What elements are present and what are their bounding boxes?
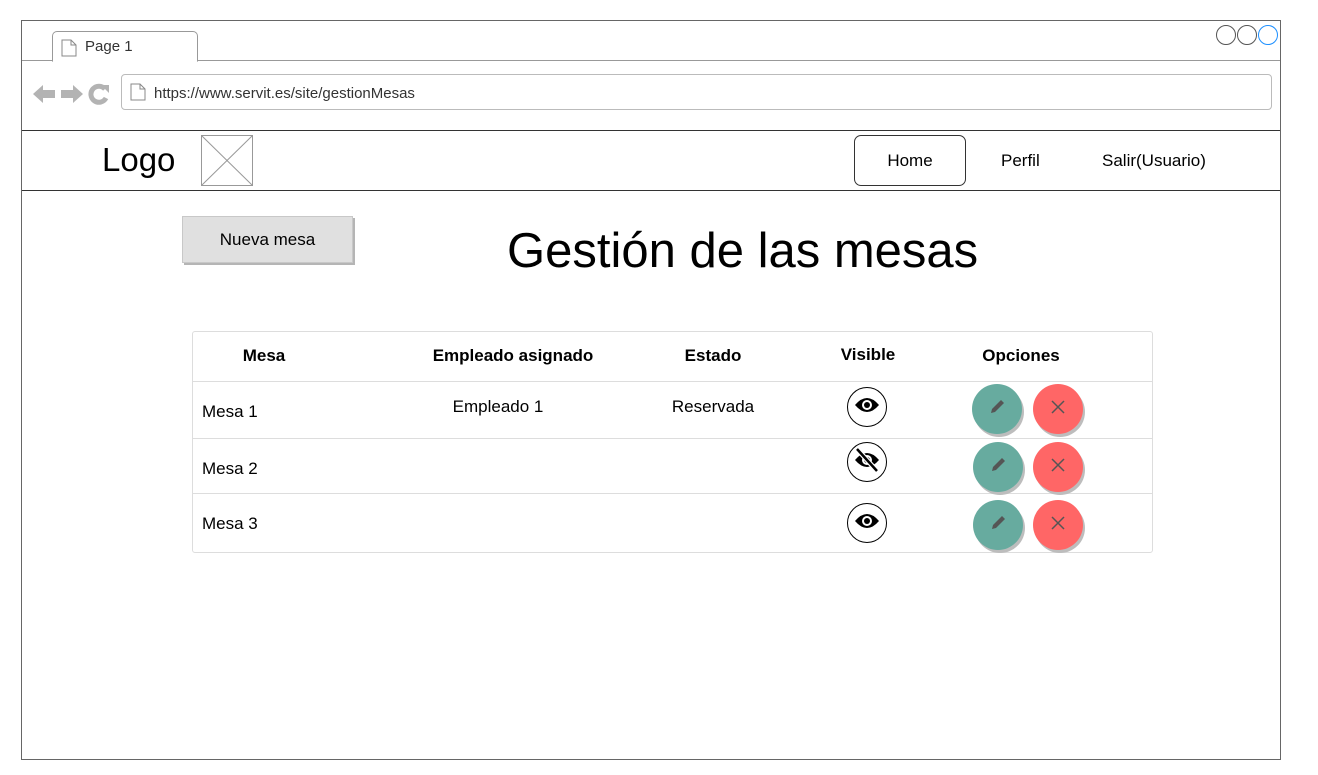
table-header: Mesa Empleado asignado Estado Visible Op… — [193, 332, 1152, 382]
tab-label: Page 1 — [85, 38, 133, 55]
cell-mesa: Mesa 3 — [202, 514, 258, 533]
reload-icon[interactable] — [88, 83, 110, 110]
edit-button[interactable] — [973, 500, 1023, 550]
close-icon — [1050, 399, 1066, 420]
nav-home-button[interactable]: Home — [854, 135, 966, 186]
edit-button[interactable] — [972, 384, 1022, 434]
table-row: Mesa 2 — [193, 439, 1152, 494]
delete-button[interactable] — [1033, 384, 1083, 434]
mesas-table: Mesa Empleado asignado Estado Visible Op… — [192, 331, 1153, 553]
page-title: Gestión de las mesas — [507, 224, 979, 278]
nav-salir-link[interactable]: Salir(Usuario) — [1102, 151, 1206, 171]
header-visible: Visible — [840, 345, 896, 364]
pencil-icon — [989, 456, 1007, 479]
address-bar: https://www.servit.es/site/gestionMesas — [22, 61, 1280, 131]
nav-perfil-link[interactable]: Perfil — [1001, 151, 1040, 171]
nueva-mesa-button[interactable]: Nueva mesa — [182, 216, 353, 263]
close-window-button[interactable] — [1258, 25, 1278, 45]
close-icon — [1050, 457, 1066, 478]
header-estado: Estado — [684, 346, 742, 365]
maximize-button[interactable] — [1237, 25, 1257, 45]
browser-tab[interactable]: Page 1 — [52, 31, 198, 62]
cell-mesa: Mesa 1 — [202, 402, 258, 421]
browser-window: Page 1 https://www.servit.es/site/gestio… — [21, 20, 1281, 760]
window-controls — [1216, 25, 1278, 45]
logo-text: Logo — [102, 141, 176, 178]
back-arrow-icon[interactable] — [32, 84, 56, 109]
delete-button[interactable] — [1033, 442, 1083, 492]
header-opciones: Opciones — [982, 346, 1060, 365]
visibility-toggle[interactable] — [847, 503, 887, 543]
close-icon — [1050, 515, 1066, 536]
delete-button[interactable] — [1033, 500, 1083, 550]
table-row: Mesa 3 — [193, 494, 1152, 552]
edit-button[interactable] — [973, 442, 1023, 492]
logo-image-placeholder — [201, 135, 253, 186]
cell-estado: Reservada — [671, 397, 755, 416]
tab-bar: Page 1 — [22, 21, 1280, 62]
pencil-icon — [988, 398, 1006, 421]
visibility-toggle[interactable] — [847, 387, 887, 427]
eye-icon — [854, 512, 880, 535]
eye-off-icon — [853, 446, 881, 478]
header-mesa: Mesa — [242, 346, 286, 365]
visibility-toggle[interactable] — [847, 442, 887, 482]
forward-arrow-icon[interactable] — [60, 84, 84, 109]
cell-mesa: Mesa 2 — [202, 459, 258, 478]
page-icon — [61, 39, 77, 62]
page-icon — [130, 83, 146, 106]
table-row: Mesa 1 Empleado 1 Reservada — [193, 382, 1152, 439]
pencil-icon — [989, 514, 1007, 537]
header-empleado: Empleado asignado — [432, 346, 594, 365]
app-navbar: Logo Home Perfil Salir(Usuario) — [22, 131, 1280, 191]
cell-empleado: Empleado 1 — [452, 397, 544, 416]
url-field[interactable]: https://www.servit.es/site/gestionMesas — [121, 74, 1272, 110]
minimize-button[interactable] — [1216, 25, 1236, 45]
url-text: https://www.servit.es/site/gestionMesas — [154, 85, 415, 102]
nav-controls — [32, 83, 110, 110]
eye-icon — [854, 396, 880, 419]
